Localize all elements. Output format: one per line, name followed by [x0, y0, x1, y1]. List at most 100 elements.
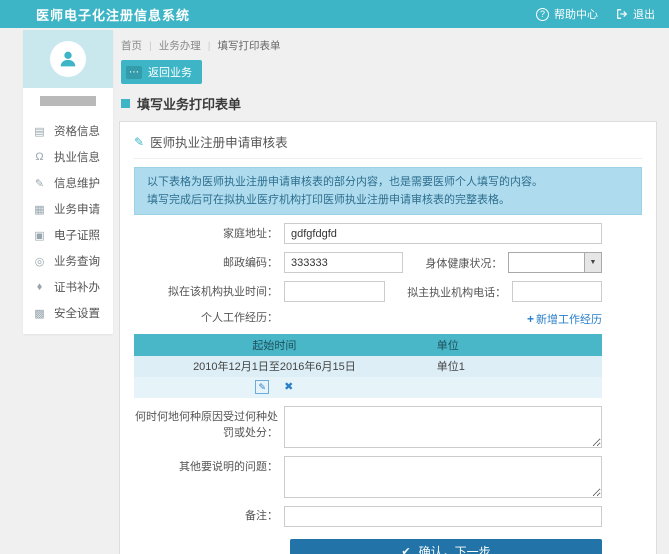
confirm-row: ✔ 确认，下一步 [134, 539, 602, 554]
sidebar-item-label: 信息维护 [54, 175, 100, 191]
column-header-start-time: 起始时间 [134, 334, 415, 356]
sidebar-item-electronic-license[interactable]: ▣ 电子证照 [23, 222, 113, 248]
sidebar-item-label: 执业信息 [54, 149, 100, 165]
health-status-select[interactable]: ▼ [508, 252, 602, 273]
breadcrumb-business-handling[interactable]: 业务办理 [159, 38, 201, 53]
doctor-avatar-icon [57, 48, 79, 70]
form-title: ✎ 医师执业注册申请审核表 [134, 130, 642, 159]
sidebar: ▤ 资格信息 Ω 执业信息 ✎ 信息维护 ▦ 业务申请 ▣ 电子证照 [23, 30, 113, 334]
work-experience-table: 起始时间 单位 2010年12月1日至2016年6月15日 单位1 [134, 334, 602, 398]
form-card: ✎ 医师执业注册申请审核表 以下表格为医师执业注册申请审核表的部分内容，也是需要… [119, 121, 657, 554]
sidebar-item-label: 电子证照 [54, 227, 100, 243]
home-address-label: 家庭地址： [134, 226, 284, 243]
practice-time-input[interactable] [284, 281, 385, 302]
avatar-box [23, 30, 113, 88]
back-to-business-button[interactable]: ⋯ 返回业务 [121, 60, 202, 84]
practice-time-label: 拟在该机构执业时间： [134, 284, 284, 301]
other-issues-textarea[interactable] [284, 456, 602, 498]
work-experience-label: 个人工作经历： [134, 310, 284, 327]
work-experience-row: 个人工作经历： + 新增工作经历 [134, 310, 602, 327]
sidebar-item-label: 业务查询 [54, 253, 100, 269]
sidebar-item-qualification-info[interactable]: ▤ 资格信息 [23, 118, 113, 144]
sidebar-menu: ▤ 资格信息 Ω 执业信息 ✎ 信息维护 ▦ 业务申请 ▣ 电子证照 [23, 114, 113, 326]
business-query-icon: ◎ [33, 255, 46, 268]
home-address-input[interactable] [284, 223, 602, 244]
sidebar-item-security-settings[interactable]: ▩ 安全设置 [23, 300, 113, 326]
user-name-box [23, 88, 113, 114]
sidebar-item-certificate-reissue[interactable]: ♦ 证书补办 [23, 274, 113, 300]
sidebar-item-label: 安全设置 [54, 305, 100, 321]
add-work-experience-link[interactable]: + 新增工作经历 [527, 311, 602, 327]
breadcrumb-separator: | [149, 40, 152, 52]
work-experience-period: 2010年12月1日至2016年6月15日 [134, 356, 415, 377]
help-label: 帮助中心 [554, 6, 598, 22]
certificate-reissue-icon: ♦ [33, 281, 46, 293]
business-application-icon: ▦ [33, 203, 46, 216]
main-content: 首页 | 业务办理 | 填写打印表单 ⋯ 返回业务 填写业务打印表单 ✎ 医师执… [119, 30, 657, 554]
back-button-icon: ⋯ [126, 66, 142, 79]
org-phone-input[interactable] [512, 281, 602, 302]
delete-row-icon[interactable]: ✖ [284, 381, 293, 393]
notice-line-2: 填写完成后可在拟执业医疗机构打印医师执业注册申请审核表的完整表格。 [147, 191, 629, 209]
sidebar-item-label: 证书补办 [54, 279, 100, 295]
logout-label: 退出 [633, 6, 655, 22]
punishment-textarea[interactable] [284, 406, 602, 448]
table-row: 2010年12月1日至2016年6月15日 单位1 [134, 356, 602, 377]
other-issues-row: 其他要说明的问题： [134, 456, 602, 498]
logout-icon [616, 8, 628, 20]
breadcrumb-home[interactable]: 首页 [121, 38, 142, 53]
health-status-label: 身体健康状况： [403, 255, 508, 271]
practice-time-phone-row: 拟在该机构执业时间： 拟主执业机构电话： [134, 281, 602, 302]
plus-icon: + [527, 312, 534, 326]
check-icon: ✔ [401, 545, 410, 554]
app-window: 医师电子化注册信息系统 ? 帮助中心 退出 [0, 0, 669, 554]
table-header-row: 起始时间 单位 [134, 334, 602, 356]
punishment-label: 何时何地何种原因受过何种处罚或处分： [134, 406, 284, 442]
logout-link[interactable]: 退出 [616, 6, 655, 22]
info-maintenance-icon: ✎ [33, 177, 46, 190]
column-header-unit: 单位 [415, 334, 602, 356]
table-actions-row: ✎ ✖ [134, 377, 602, 398]
notice-banner: 以下表格为医师执业注册申请审核表的部分内容，也是需要医师个人填写的内容。 填写完… [134, 167, 642, 215]
org-phone-label: 拟主执业机构电话： [385, 284, 512, 300]
remark-label: 备注： [134, 508, 284, 525]
postal-health-row: 邮政编码： 身体健康状况： ▼ [134, 252, 602, 273]
home-address-row: 家庭地址： [134, 223, 602, 244]
security-settings-icon: ▩ [33, 307, 46, 320]
confirm-next-step-button[interactable]: ✔ 确认，下一步 [290, 539, 602, 554]
remark-input[interactable] [284, 506, 602, 527]
form-body: 家庭地址： 邮政编码： 身体健康状况： ▼ 拟在该机构执业时间： [134, 223, 642, 554]
back-button-label: 返回业务 [148, 64, 192, 80]
select-dropdown-arrow-icon[interactable]: ▼ [584, 253, 601, 272]
postal-code-input[interactable] [284, 252, 403, 273]
sidebar-item-business-query[interactable]: ◎ 业务查询 [23, 248, 113, 274]
work-experience-unit: 单位1 [415, 356, 602, 377]
remark-row: 备注： [134, 506, 602, 527]
sidebar-item-label: 业务申请 [54, 201, 100, 217]
help-icon: ? [536, 8, 549, 21]
notice-line-1: 以下表格为医师执业注册申请审核表的部分内容，也是需要医师个人填写的内容。 [147, 173, 629, 191]
edit-row-icon[interactable]: ✎ [255, 380, 269, 394]
title-square-bullet-icon [121, 99, 130, 108]
sidebar-item-info-maintenance[interactable]: ✎ 信息维护 [23, 170, 113, 196]
breadcrumb-separator: | [208, 40, 211, 52]
punishment-row: 何时何地何种原因受过何种处罚或处分： [134, 406, 602, 448]
avatar [50, 41, 86, 77]
breadcrumb: 首页 | 业务办理 | 填写打印表单 [119, 30, 657, 57]
practice-info-icon: Ω [33, 151, 46, 163]
header-actions: ? 帮助中心 退出 [536, 6, 655, 22]
help-center-link[interactable]: ? 帮助中心 [536, 6, 598, 22]
sidebar-item-business-application[interactable]: ▦ 业务申请 [23, 196, 113, 222]
electronic-license-icon: ▣ [33, 229, 46, 242]
form-pencil-icon: ✎ [134, 135, 144, 149]
top-header: 医师电子化注册信息系统 ? 帮助中心 退出 [0, 0, 669, 28]
page-title-text: 填写业务打印表单 [137, 94, 241, 113]
body-row: ▤ 资格信息 Ω 执业信息 ✎ 信息维护 ▦ 业务申请 ▣ 电子证照 [0, 28, 669, 554]
empty-cell [415, 377, 602, 398]
qualification-info-icon: ▤ [33, 125, 46, 138]
sidebar-item-practice-info[interactable]: Ω 执业信息 [23, 144, 113, 170]
form-title-text: 医师执业注册申请审核表 [150, 132, 288, 151]
postal-code-label: 邮政编码： [134, 255, 284, 272]
row-actions: ✎ ✖ [134, 377, 415, 398]
sidebar-item-label: 资格信息 [54, 123, 100, 139]
